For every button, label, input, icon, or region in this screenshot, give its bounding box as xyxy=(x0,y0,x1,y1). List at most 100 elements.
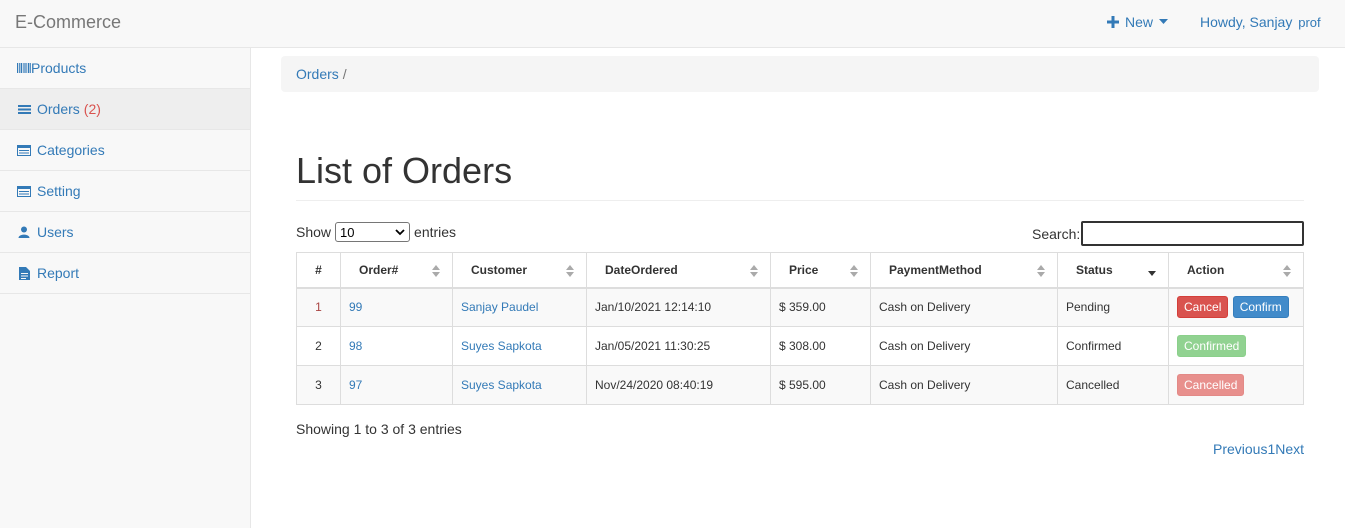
sidebar-item-setting[interactable]: Setting xyxy=(0,171,250,212)
sidebar-item-categories[interactable]: Categories xyxy=(0,130,250,171)
cell-status: Confirmed xyxy=(1057,326,1169,366)
cell-status: Pending xyxy=(1057,287,1169,327)
sort-desc-icon xyxy=(1148,271,1156,276)
cell-customer: Sanjay Paudel xyxy=(452,287,587,327)
sort-icon xyxy=(750,265,758,277)
cell-price: $ 308.00 xyxy=(770,326,871,366)
plus-icon xyxy=(1107,16,1119,28)
table-icon xyxy=(17,184,31,198)
sort-icon xyxy=(566,265,574,277)
column-header-date[interactable]: DateOrdered xyxy=(586,252,771,289)
sidebar-item-orders[interactable]: Orders (2) xyxy=(0,89,250,130)
user-profile-link[interactable]: prof xyxy=(1298,15,1320,30)
breadcrumb-separator: / xyxy=(342,66,347,82)
sidebar-item-products[interactable]: Products xyxy=(0,48,250,89)
sidebar-item-label: Users xyxy=(37,224,74,240)
sidebar-item-users[interactable]: Users xyxy=(0,212,250,253)
column-header-price[interactable]: Price xyxy=(770,252,871,289)
order-link[interactable]: 97 xyxy=(349,378,362,392)
column-header-payment-method[interactable]: PaymentMethod xyxy=(870,252,1058,289)
sidebar-item-label: Orders xyxy=(37,101,80,117)
chevron-down-icon xyxy=(395,228,405,235)
cell-order: 99 xyxy=(340,287,453,327)
confirm-button[interactable]: Confirm xyxy=(1232,296,1289,319)
cell-customer: Suyes Sapkota xyxy=(452,365,587,405)
cell-date: Nov/24/2020 08:40:19 xyxy=(586,365,771,405)
cell-price: $ 359.00 xyxy=(770,287,871,327)
sidebar-item-label: Report xyxy=(37,265,80,281)
column-header-action[interactable]: Action xyxy=(1168,252,1304,289)
customer-link[interactable]: Suyes Sapkota xyxy=(461,378,542,392)
search-input[interactable] xyxy=(1081,221,1305,246)
cell-number: 3 xyxy=(296,365,341,405)
customer-link[interactable]: Sanjay Paudel xyxy=(461,300,538,314)
breadcrumb-orders-link[interactable]: Orders xyxy=(296,66,339,82)
user-greeting: Howdy, Sanjay xyxy=(1200,14,1293,30)
sort-icon xyxy=(1037,265,1045,277)
sidebar: Products Orders (2) Categories Setting U… xyxy=(0,48,251,528)
cell-customer: Suyes Sapkota xyxy=(452,326,587,366)
sidebar-item-report[interactable]: Report xyxy=(0,253,250,294)
cancel-button[interactable]: Cancel xyxy=(1177,296,1229,319)
new-dropdown[interactable]: New xyxy=(1107,14,1169,30)
show-label: Show xyxy=(296,224,332,240)
column-header-customer[interactable]: Customer xyxy=(452,252,587,289)
cell-actions: Confirmed xyxy=(1168,326,1304,366)
orders-table: # Order# Customer DateOrdered Price Paym… xyxy=(296,252,1304,405)
customer-link[interactable]: Suyes Sapkota xyxy=(461,339,542,353)
column-header-status[interactable]: Status xyxy=(1057,252,1169,289)
file-icon xyxy=(17,266,31,280)
top-navbar: E-Commerce New Howdy, Sanjay prof xyxy=(0,0,1345,48)
user-menu[interactable]: Howdy, Sanjay prof xyxy=(1200,14,1321,30)
sort-icon xyxy=(850,265,858,277)
table-row: 3 97 Suyes Sapkota Nov/24/2020 08:40:19 … xyxy=(296,365,1304,405)
cell-actions: Cancelled xyxy=(1168,365,1304,405)
previous-page-link[interactable]: Previous xyxy=(1213,441,1267,457)
search-control: Search: xyxy=(1032,221,1305,246)
sort-icon xyxy=(432,265,440,277)
cell-payment-method: Cash on Delivery xyxy=(870,365,1058,405)
table-info: Showing 1 to 3 of 3 entries xyxy=(296,421,462,437)
column-header-number[interactable]: # xyxy=(296,252,341,289)
show-entries-control: Show 10 entries xyxy=(296,222,456,242)
sort-icon xyxy=(1283,265,1291,277)
search-label: Search: xyxy=(1032,225,1081,242)
pagination: Previous1Next xyxy=(1213,441,1304,457)
cell-status: Cancelled xyxy=(1057,365,1169,405)
cell-number: 1 xyxy=(296,287,341,327)
sidebar-item-label: Categories xyxy=(37,142,105,158)
sidebar-item-label: Products xyxy=(31,60,87,76)
cell-price: $ 595.00 xyxy=(770,365,871,405)
entries-label: entries xyxy=(414,224,457,240)
cell-date: Jan/10/2021 12:14:10 xyxy=(586,287,771,327)
column-header-order[interactable]: Order# xyxy=(340,252,453,289)
cell-number: 2 xyxy=(296,326,341,366)
next-page-link[interactable]: Next xyxy=(1275,441,1304,457)
table-row: 2 98 Suyes Sapkota Jan/05/2021 11:30:25 … xyxy=(296,326,1304,366)
cell-date: Jan/05/2021 11:30:25 xyxy=(586,326,771,366)
page-title: List of Orders xyxy=(296,150,513,191)
cell-order: 98 xyxy=(340,326,453,366)
cell-actions: Cancel Confirm xyxy=(1168,287,1304,327)
table-icon xyxy=(17,143,31,157)
order-link[interactable]: 98 xyxy=(349,339,362,353)
confirmed-button: Confirmed xyxy=(1177,335,1247,357)
title-divider xyxy=(296,200,1304,201)
caret-down-icon xyxy=(1159,19,1169,24)
list-icon xyxy=(17,102,31,116)
cell-order: 97 xyxy=(340,365,453,405)
table-row: 1 99 Sanjay Paudel Jan/10/2021 12:14:10 … xyxy=(296,287,1304,327)
entries-select[interactable]: 10 xyxy=(335,222,411,242)
cell-payment-method: Cash on Delivery xyxy=(870,287,1058,327)
barcode-icon xyxy=(17,61,31,75)
order-link[interactable]: 99 xyxy=(349,300,362,314)
cell-payment-method: Cash on Delivery xyxy=(870,326,1058,366)
sidebar-item-label: Setting xyxy=(37,183,81,199)
orders-count-badge: (2) xyxy=(83,101,101,117)
entries-select-value: 10 xyxy=(340,224,355,240)
cancelled-button: Cancelled xyxy=(1177,374,1245,396)
table-header-row: # Order# Customer DateOrdered Price Paym… xyxy=(296,252,1304,289)
brand-logo[interactable]: E-Commerce xyxy=(15,12,121,33)
user-icon xyxy=(17,225,31,239)
breadcrumb: Orders / xyxy=(281,56,1319,92)
